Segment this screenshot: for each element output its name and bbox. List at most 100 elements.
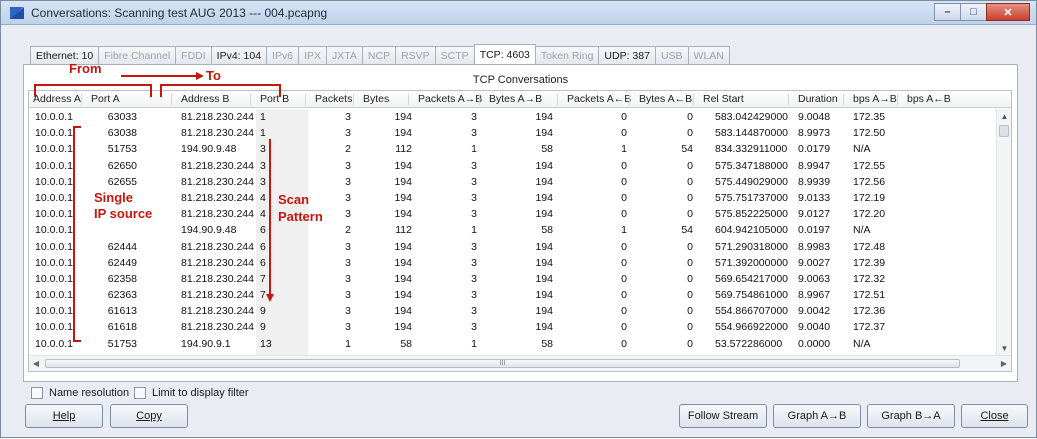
table-row[interactable]: 10.0.0.1 62363 81.218.230.244 7 3 194 3 194 0 0 56… xyxy=(29,287,1011,303)
scroll-down-icon[interactable]: ▼ xyxy=(997,341,1011,355)
tab-fibre-channel[interactable]: Fibre Channel xyxy=(98,46,177,65)
cell-packets-a-to-b: 1 xyxy=(471,143,477,156)
cell-bps-a-to-b: 172.19 xyxy=(853,191,886,204)
cell-address-b: 194.90.9.48 xyxy=(181,224,237,237)
cell-rel-start: 554.866707000 xyxy=(715,305,788,318)
tab-usb[interactable]: USB xyxy=(654,46,689,65)
cell-packets-b-to-a: 0 xyxy=(621,321,627,334)
cell-bps-a-to-b: 172.20 xyxy=(853,208,886,221)
cell-port-a: 63038 xyxy=(107,127,137,140)
cell-duration: 8.9983 xyxy=(798,240,831,253)
table-row[interactable]: 10.0.0.1 62449 81.218.230.244 6 3 194 3 194 0 0 57… xyxy=(29,255,1011,271)
column-header-bytes-a-to-b[interactable]: Bytes A→B xyxy=(485,91,563,108)
name-resolution-box[interactable] xyxy=(31,387,43,399)
close-button[interactable]: Close xyxy=(961,404,1028,428)
limit-filter-box[interactable] xyxy=(134,387,146,399)
annotation-single: Single xyxy=(94,190,134,205)
cell-port-a: 62655 xyxy=(107,175,137,188)
table-row[interactable]: 10.0.0.1 51753 194.90.9.1 13 1 58 1 58 0 0 53.5722… xyxy=(29,336,1011,352)
cell-bytes-a-to-b: 194 xyxy=(535,305,553,318)
name-resolution-checkbox[interactable]: Name resolution xyxy=(31,387,129,399)
column-header-packets-a-to-b[interactable]: Packets A→B xyxy=(414,91,485,108)
cell-duration: 0.0197 xyxy=(798,224,831,237)
column-header-bytes-b-to-a[interactable]: Bytes A←B xyxy=(635,91,699,108)
tab-wlan[interactable]: WLAN xyxy=(687,46,730,65)
column-header-port-b[interactable]: Port B xyxy=(256,91,301,108)
vertical-scrollbar[interactable]: ▲ ▼ xyxy=(996,109,1011,355)
table-row[interactable]: 10.0.0.1 61613 81.218.230.244 9 3 194 3 194 0 0 55… xyxy=(29,303,1011,319)
follow-stream-label: Follow Stream xyxy=(687,410,759,422)
cell-bytes-b-to-a: 0 xyxy=(687,127,693,140)
graph-a-to-b-button[interactable]: Graph A→B xyxy=(773,404,861,428)
tab-fddi[interactable]: FDDI xyxy=(175,46,212,65)
tab-sctp[interactable]: SCTP xyxy=(434,46,475,65)
window-controls: – □ ✕ xyxy=(934,3,1030,21)
limit-filter-checkbox[interactable]: Limit to display filter xyxy=(134,387,249,399)
tab-ncp[interactable]: NCP xyxy=(361,46,397,65)
cell-bytes-a-to-b: 194 xyxy=(535,159,553,172)
table-row[interactable]: 10.0.0.1 62655 81.218.230.244 3 3 194 3 194 0 0 57… xyxy=(29,174,1011,190)
cell-address-a: 10.0.0.1 xyxy=(35,208,73,221)
table-row[interactable]: 10.0.0.1 62650 81.218.230.244 3 3 194 3 194 0 0 57… xyxy=(29,158,1011,174)
column-header-port-a[interactable]: Port A xyxy=(87,91,137,108)
cell-bytes-b-to-a: 0 xyxy=(687,321,693,334)
cell-bytes-a-to-b: 58 xyxy=(541,224,553,237)
cell-rel-start: 571.392000000 xyxy=(715,256,788,269)
tab-jxta[interactable]: JXTA xyxy=(326,46,363,65)
scroll-right-icon[interactable]: ▶ xyxy=(997,356,1011,371)
column-header-address-a[interactable]: Address A xyxy=(29,91,87,108)
cell-bytes: 194 xyxy=(394,127,412,140)
graph-b-to-a-button[interactable]: Graph B→A xyxy=(867,404,955,428)
column-header-bps-a-to-b[interactable]: bps A→B xyxy=(849,91,903,108)
cell-bps-a-to-b: 172.36 xyxy=(853,305,886,318)
cell-address-b: 194.90.9.1 xyxy=(181,337,231,350)
vertical-scroll-thumb[interactable] xyxy=(999,125,1009,137)
cell-packets: 3 xyxy=(345,159,351,172)
table-row[interactable]: 10.0.0.1 62444 81.218.230.244 6 3 194 3 194 0 0 57… xyxy=(29,239,1011,255)
tab-token-ring[interactable]: Token Ring xyxy=(534,46,600,65)
tab-ipv4[interactable]: IPv4: 104 xyxy=(210,46,268,65)
cell-packets: 3 xyxy=(345,272,351,285)
follow-stream-button[interactable]: Follow Stream xyxy=(679,404,767,428)
help-button[interactable]: Help xyxy=(25,404,103,428)
cell-bytes: 194 xyxy=(394,240,412,253)
table-row[interactable]: 10.0.0.1 62358 81.218.230.244 7 3 194 3 194 0 0 56… xyxy=(29,271,1011,287)
cell-rel-start: 583.144870000 xyxy=(715,127,788,140)
scroll-left-icon[interactable]: ◀ xyxy=(29,356,43,371)
tab-ipv6[interactable]: IPv6 xyxy=(266,46,300,65)
column-header-packets-b-to-a[interactable]: Packets A←B xyxy=(563,91,635,108)
cell-address-b: 81.218.230.244 xyxy=(181,272,254,285)
maximize-button[interactable]: □ xyxy=(960,3,987,21)
scroll-up-icon[interactable]: ▲ xyxy=(997,109,1011,123)
cell-packets-b-to-a: 0 xyxy=(621,305,627,318)
column-header-bytes[interactable]: Bytes xyxy=(359,91,414,108)
tab-ipx[interactable]: IPX xyxy=(298,46,327,65)
table-row[interactable]: 10.0.0.1 81.218.230.244 4 3 194 3 194 0 0 575.751… xyxy=(29,190,1011,206)
panel-title: TCP Conversations xyxy=(472,74,569,86)
horizontal-scrollbar[interactable]: ◀ III ▶ xyxy=(29,355,1011,371)
column-header-packets[interactable]: Packets xyxy=(311,91,359,108)
minimize-button[interactable]: – xyxy=(934,3,961,21)
horizontal-scroll-thumb[interactable]: III xyxy=(45,359,960,368)
tab-tcp[interactable]: TCP: 4603 xyxy=(473,44,536,65)
table-row[interactable]: 10.0.0.1 63038 81.218.230.244 1 3 194 3 194 0 0 58… xyxy=(29,125,1011,141)
tab-udp[interactable]: UDP: 387 xyxy=(598,46,656,65)
column-header-duration[interactable]: Duration xyxy=(794,91,849,108)
tab-rsvp[interactable]: RSVP xyxy=(395,46,436,65)
column-header-address-b[interactable]: Address B xyxy=(177,91,256,108)
cell-port-a: 62358 xyxy=(107,272,137,285)
cell-port-b: 3 xyxy=(260,159,266,172)
table-row[interactable]: 10.0.0.1 51753 194.90.9.48 3 2 112 1 58 1 54 834.3… xyxy=(29,141,1011,157)
cell-bps-a-to-b: 172.37 xyxy=(853,321,886,334)
cell-port-b: 1 xyxy=(260,111,266,123)
close-window-button[interactable]: ✕ xyxy=(986,3,1030,21)
cell-packets-b-to-a: 0 xyxy=(621,272,627,285)
table-row[interactable]: 10.0.0.1 61618 81.218.230.244 9 3 194 3 194 0 0 55… xyxy=(29,319,1011,335)
table-row[interactable]: 10.0.0.1 81.218.230.244 4 3 194 3 194 0 0 575.852… xyxy=(29,206,1011,222)
column-header-bps-b-to-a[interactable]: bps A←B xyxy=(903,91,958,108)
column-header-rel-start[interactable]: Rel Start xyxy=(699,91,794,108)
cell-packets-b-to-a: 0 xyxy=(621,191,627,204)
table-row[interactable]: 10.0.0.1 63033 81.218.230.244 1 3 194 3 194 0 0 58… xyxy=(29,109,1011,125)
table-row[interactable]: 10.0.0.1 194.90.9.48 6 2 112 1 58 1 54 604.942105… xyxy=(29,222,1011,238)
copy-button[interactable]: Copy xyxy=(110,404,188,428)
